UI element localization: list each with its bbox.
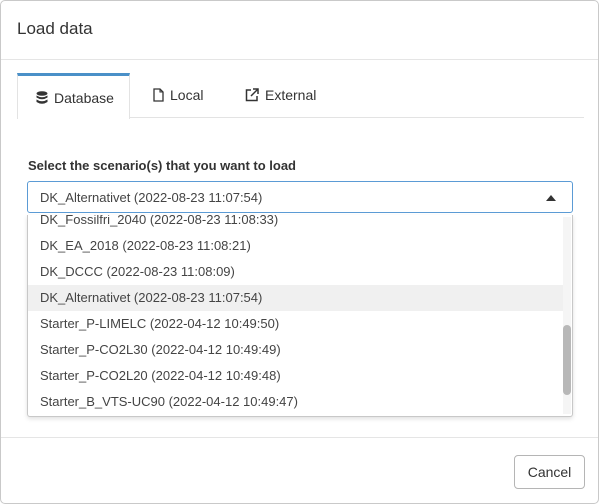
scenario-option[interactable]: DK_Fossilfri_2040 (2022-08-23 11:08:33) bbox=[28, 215, 564, 233]
tab-local[interactable]: Local bbox=[153, 73, 203, 117]
scenario-select-value: DK_Alternativet (2022-08-23 11:07:54) bbox=[40, 190, 263, 205]
scenario-option[interactable]: Starter_P-LIMELC (2022-04-12 10:49:50) bbox=[28, 311, 564, 337]
scenario-option[interactable]: DK_EA_2018 (2022-08-23 11:08:21) bbox=[28, 233, 564, 259]
database-icon bbox=[36, 90, 48, 105]
dropdown-scrollbar[interactable] bbox=[563, 217, 571, 414]
tab-local-label: Local bbox=[170, 87, 204, 103]
tab-database-label: Database bbox=[54, 89, 114, 106]
scenario-select[interactable]: DK_Alternativet (2022-08-23 11:07:54) bbox=[27, 181, 573, 213]
load-data-dialog: Load data Database Local External Select… bbox=[0, 0, 599, 504]
tab-external-label: External bbox=[265, 87, 317, 103]
external-link-icon bbox=[245, 88, 259, 102]
dialog-title: Load data bbox=[17, 19, 93, 38]
scenario-select-label: Select the scenario(s) that you want to … bbox=[28, 158, 296, 173]
scenario-option[interactable]: Starter_P-CO2L30 (2022-04-12 10:49:49) bbox=[28, 337, 564, 363]
scenario-option[interactable]: Starter_P-CO2L20 (2022-04-12 10:49:48) bbox=[28, 363, 564, 389]
scenario-option[interactable]: Starter_B_VTS-UC90 (2022-04-12 10:49:47) bbox=[28, 389, 564, 415]
source-tabs: Database Local External bbox=[17, 73, 584, 119]
scenario-dropdown-list: DK_Fossilfri_2040 (2022-08-23 11:08:33) … bbox=[27, 215, 573, 417]
dropdown-scrollbar-thumb[interactable] bbox=[563, 325, 571, 395]
scenario-options: DK_Fossilfri_2040 (2022-08-23 11:08:33) … bbox=[28, 215, 564, 415]
caret-up-icon[interactable] bbox=[546, 195, 556, 201]
scenario-option-selected[interactable]: DK_Alternativet (2022-08-23 11:07:54) bbox=[28, 285, 564, 311]
tab-database[interactable]: Database bbox=[17, 73, 130, 119]
tab-external[interactable]: External bbox=[245, 73, 316, 117]
dialog-header: Load data bbox=[1, 1, 598, 60]
dialog-footer: Cancel bbox=[1, 437, 598, 503]
file-icon bbox=[153, 88, 164, 102]
scenario-option[interactable]: DK_DCCC (2022-08-23 11:08:09) bbox=[28, 259, 564, 285]
cancel-button[interactable]: Cancel bbox=[514, 455, 585, 489]
